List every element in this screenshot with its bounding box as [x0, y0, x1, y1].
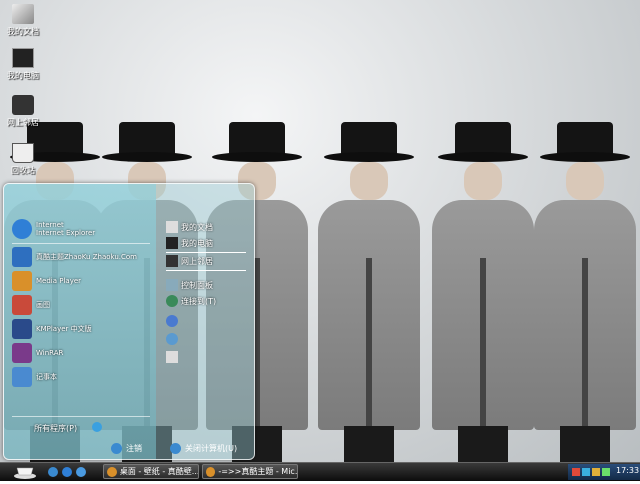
desktop-icon-recycle-bin[interactable]: 回收站 — [4, 143, 42, 176]
all-programs-button[interactable]: 所有程序(P) — [34, 423, 77, 434]
start-menu-separator — [12, 243, 150, 244]
desktop-icon-my-computer[interactable]: 我的电脑 — [4, 48, 42, 81]
internet-explorer-icon — [12, 219, 32, 239]
connect-icon — [166, 295, 178, 307]
start-item-notepad[interactable]: 记事本 — [12, 366, 57, 388]
desktop-icon-label: 回收站 — [11, 166, 35, 175]
start-item-internet-explorer[interactable]: Internet Internet Explorer — [12, 218, 95, 240]
shutdown-button[interactable]: 关闭计算机(U) — [170, 443, 237, 454]
start-item-label: 记事本 — [36, 373, 57, 381]
start-item-kmplayer[interactable]: KMPlayer 中文版 — [12, 318, 92, 340]
network-places-icon — [166, 255, 178, 267]
start-place-my-computer[interactable]: 我的电脑 — [166, 236, 213, 250]
my-computer-icon — [166, 237, 178, 249]
browser-icon — [206, 466, 216, 477]
logoff-label: 注销 — [126, 444, 142, 453]
start-menu-separator — [166, 252, 246, 253]
my-documents-icon — [12, 4, 34, 24]
kmplayer-icon — [12, 319, 32, 339]
desktop-icon-label: 我的文档 — [7, 27, 39, 36]
start-place-label: 网上邻居 — [181, 256, 213, 266]
start-menu: Internet Internet Explorer 真酷主题ZhaoKu Zh… — [3, 183, 255, 460]
taskbar: 桌面 - 壁纸 - 真酷壁... -=>>真酷主题 - Mic... 17:33 — [0, 462, 640, 481]
desktop-icon-label: 网上邻居 — [7, 118, 39, 127]
desktop-icon-my-documents[interactable]: 我的文档 — [4, 4, 42, 37]
logoff-button[interactable]: 注销 — [111, 443, 142, 454]
start-place-label: 我的文档 — [181, 222, 213, 232]
network-places-icon — [12, 95, 34, 115]
start-place-network[interactable]: 网上邻居 — [166, 254, 213, 268]
zhaoku-theme-icon — [12, 247, 32, 267]
start-menu-separator — [12, 416, 150, 417]
start-item-label: 画图 — [36, 301, 50, 309]
browser-icon — [107, 466, 117, 477]
start-menu-footer: 注销 关闭计算机(U) — [4, 440, 254, 459]
start-place-my-documents[interactable]: 我的文档 — [166, 220, 213, 234]
search-icon — [166, 333, 178, 345]
my-documents-icon — [166, 221, 178, 233]
start-item-label: WinRAR — [36, 349, 64, 357]
start-item-label: KMPlayer 中文版 — [36, 325, 92, 333]
taskbar-item-label: -=>>真酷主题 - Mic... — [218, 467, 297, 476]
quicklaunch-desktop-icon[interactable] — [48, 467, 58, 477]
arrow-right-icon — [92, 422, 102, 432]
desktop-icon-label: 我的电脑 — [7, 71, 39, 80]
start-item-label: 真酷主题ZhaoKu Zhaoku.Com — [36, 253, 138, 261]
start-item-winrar[interactable]: WinRAR — [12, 342, 63, 364]
quicklaunch-media-icon[interactable] — [76, 467, 86, 477]
taskbar-item-wallpaper[interactable]: 桌面 - 壁纸 - 真酷壁... — [103, 464, 199, 479]
shutdown-label: 关闭计算机(U) — [185, 444, 238, 453]
start-place-connect-to[interactable]: 连接到(T) — [166, 294, 216, 308]
power-icon — [170, 443, 181, 454]
start-item-title: Internet — [36, 221, 64, 229]
run-icon — [166, 351, 178, 363]
start-menu-places-pane: 我的文档 我的电脑 网上邻居 控制面板 连接到(T) — [156, 184, 254, 459]
tray-volume-icon[interactable] — [592, 468, 600, 476]
start-place-label: 连接到(T) — [181, 296, 217, 306]
wallpaper-figure — [428, 118, 538, 462]
start-place-label: 我的电脑 — [181, 238, 213, 248]
recycle-bin-icon — [12, 143, 34, 163]
wallpaper-figure — [314, 118, 424, 462]
wallpaper-figure — [530, 118, 640, 462]
start-item-subtitle: Internet Explorer — [36, 229, 96, 237]
start-item-zhaoku-theme[interactable]: 真酷主题ZhaoKu Zhaoku.Com — [12, 246, 137, 268]
start-place-control-panel[interactable]: 控制面板 — [166, 278, 213, 292]
start-item-media-player[interactable]: Media Player — [12, 270, 81, 292]
start-item-label: Media Player — [36, 277, 82, 285]
start-place-label: 控制面板 — [181, 280, 213, 290]
my-computer-icon — [12, 48, 34, 68]
clock[interactable]: 17:33 — [616, 466, 639, 475]
tray-app-icon[interactable] — [602, 468, 610, 476]
taskbar-item-label: 桌面 - 壁纸 - 真酷壁... — [119, 467, 198, 476]
start-cup-icon — [14, 467, 36, 479]
logoff-icon — [111, 443, 122, 454]
help-icon — [166, 315, 178, 327]
start-place-run[interactable] — [166, 350, 181, 364]
start-menu-programs-pane: Internet Internet Explorer 真酷主题ZhaoKu Zh… — [4, 184, 156, 459]
tray-arrow-icon[interactable] — [572, 468, 580, 476]
start-item-paint[interactable]: 画图 — [12, 294, 50, 316]
control-panel-icon — [166, 279, 178, 291]
winrar-icon — [12, 343, 32, 363]
notepad-icon — [12, 367, 32, 387]
media-player-icon — [12, 271, 32, 291]
start-place-search[interactable] — [166, 332, 181, 346]
taskbar-item-theme[interactable]: -=>>真酷主题 - Mic... — [202, 464, 298, 479]
desktop-icon-network[interactable]: 网上邻居 — [4, 95, 42, 128]
paint-icon — [12, 295, 32, 315]
start-place-help[interactable] — [166, 314, 181, 328]
tray-network-icon[interactable] — [582, 468, 590, 476]
start-menu-separator — [166, 270, 246, 271]
quicklaunch-ie-icon[interactable] — [62, 467, 72, 477]
start-button[interactable] — [12, 464, 38, 480]
